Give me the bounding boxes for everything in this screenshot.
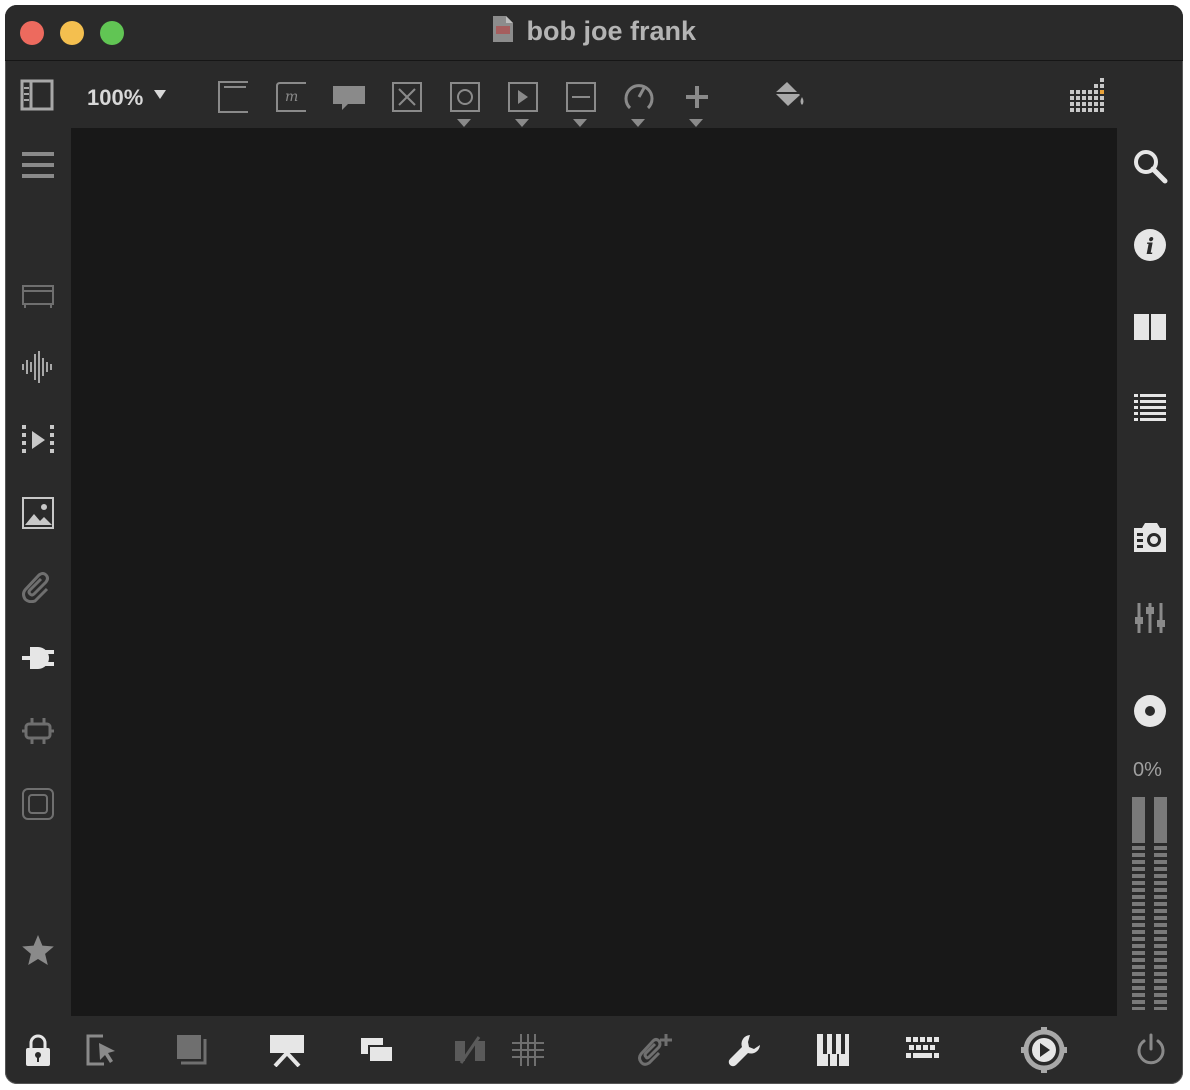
lock-icon[interactable] [19,1031,57,1069]
windows-icon[interactable] [357,1031,397,1069]
play-box-icon[interactable] [505,79,541,115]
piano-keys-icon[interactable] [813,1031,853,1069]
record-icon[interactable] [1130,691,1170,731]
paint-bucket-icon[interactable] [769,77,809,113]
toolbar: 100% m [5,61,1183,131]
dial-icon[interactable] [621,79,657,115]
wrench-icon[interactable] [725,1031,765,1069]
keyboard-icon[interactable] [903,1031,943,1069]
info-icon[interactable]: i [1130,225,1170,265]
audio-meter-right [1154,797,1167,1010]
image-icon[interactable] [19,494,57,532]
patcher-window: bob joe frank 100% m i 0% [5,5,1183,1084]
connector-icon[interactable] [19,712,57,750]
zoom-dropdown-icon[interactable] [154,90,166,99]
book-icon[interactable] [1130,307,1170,347]
video-icon[interactable] [19,421,57,459]
add-attachment-icon[interactable] [635,1031,675,1069]
presentation-back-icon[interactable] [173,1031,211,1069]
comment-icon[interactable] [331,79,367,115]
object-palette-icon[interactable] [19,276,57,314]
audio-on-icon[interactable] [1021,1027,1067,1073]
audio-waveform-icon[interactable] [19,348,57,386]
cpu-usage-label: 0% [1133,759,1162,781]
slider-dropdown-icon[interactable] [573,119,587,127]
mixer-icon[interactable] [1130,598,1170,638]
svg-text:i: i [1146,234,1154,260]
title-area: bob joe frank [5,15,1183,48]
menu-lines-icon[interactable] [19,146,57,184]
grid-icon[interactable] [509,1031,547,1069]
presentation-mode-icon[interactable] [267,1031,307,1069]
play-box-dropdown-icon[interactable] [515,119,529,127]
slider-icon[interactable] [563,79,599,115]
document-icon [492,15,514,48]
star-icon[interactable] [19,931,57,969]
audio-meter-left [1132,797,1145,1010]
power-icon[interactable] [1132,1031,1170,1069]
object-box-icon[interactable] [215,79,251,115]
svg-text:m: m [285,89,298,105]
button-circle-dropdown-icon[interactable] [457,119,471,127]
dial-dropdown-icon[interactable] [631,119,645,127]
patcher-canvas[interactable] [71,128,1117,1016]
edit-cursor-icon[interactable] [83,1031,121,1069]
search-icon[interactable] [1130,146,1170,186]
frame-icon[interactable] [19,785,57,823]
window-title: bob joe frank [526,16,696,46]
camera-icon[interactable] [1130,517,1170,557]
attachment-icon[interactable] [19,567,57,605]
list-icon[interactable] [1130,389,1170,429]
plus-dropdown-icon[interactable] [689,119,703,127]
zoom-level[interactable]: 100% [87,85,143,111]
plus-icon[interactable] [679,79,715,115]
grid-matrix-icon[interactable] [1067,75,1111,119]
sidebar-toggle-icon[interactable] [19,77,55,113]
toggle-x-icon[interactable] [389,79,425,115]
plugin-icon[interactable] [19,639,57,677]
button-circle-icon[interactable] [447,79,483,115]
title-bar: bob joe frank [5,5,1183,60]
message-box-icon[interactable]: m [273,79,309,115]
patch-cords-icon[interactable] [451,1031,489,1069]
